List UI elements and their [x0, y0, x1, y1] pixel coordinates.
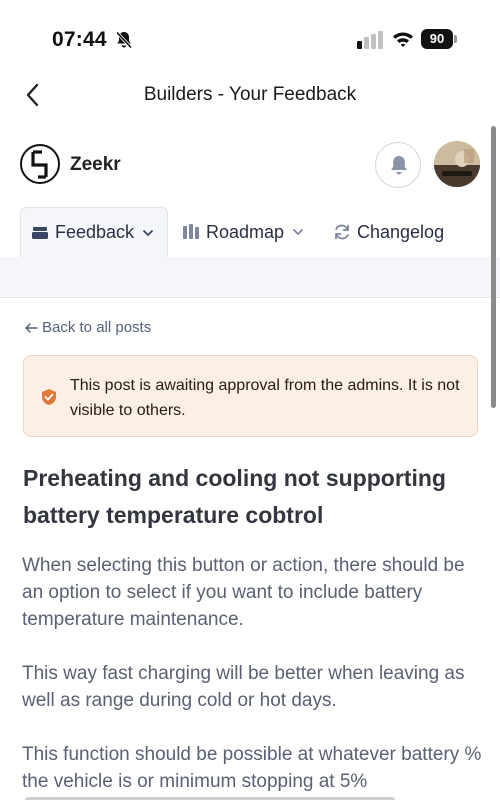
approval-alert: This post is awaiting approval from the …: [23, 355, 478, 437]
zeekr-logo-mark: [31, 150, 48, 179]
brand-name[interactable]: Zeekr: [70, 154, 121, 176]
bell-icon: [391, 156, 407, 175]
scrollbar[interactable]: [491, 126, 496, 408]
signal-icon: [357, 31, 383, 49]
battery-level: 90: [421, 29, 453, 49]
notifications-button[interactable]: [375, 142, 421, 188]
tab-label: Changelog: [357, 221, 445, 242]
chevron-down-icon: [293, 229, 303, 235]
post-title: Preheating and cooling not supporting ba…: [23, 465, 446, 528]
post-body: When selecting this button or action, th…: [22, 552, 482, 800]
alert-message: This post is awaiting approval from the …: [70, 377, 460, 419]
status-time: 07:44: [52, 28, 107, 51]
tab-label: Feedback: [55, 222, 135, 242]
back-to-posts-link[interactable]: Back to all posts: [24, 319, 151, 336]
nav-header: Builders - Your Feedback: [0, 70, 500, 120]
post-paragraph: When selecting this button or action, th…: [22, 555, 465, 630]
tab-feedback[interactable]: Feedback: [20, 207, 168, 257]
battery-icon: 90: [421, 29, 457, 49]
post-paragraph: This way fast charging will be better wh…: [22, 663, 465, 711]
avatar[interactable]: [434, 141, 480, 187]
tab-roadmap[interactable]: Roadmap: [182, 207, 304, 257]
inbox-icon: [32, 226, 48, 239]
refresh-icon: [335, 224, 349, 240]
status-bar: 07:44 90: [0, 0, 500, 70]
arrow-left-icon: [25, 322, 38, 333]
zeekr-logo[interactable]: [20, 144, 60, 184]
tab-changelog[interactable]: Changelog: [333, 207, 444, 257]
chevron-down-icon: [143, 229, 153, 236]
tab-bar: Feedback Roadmap Changelog: [20, 207, 500, 257]
back-link-label: Back to all posts: [42, 319, 152, 336]
tab-label: Roadmap: [206, 221, 285, 242]
avatar-photo: [434, 141, 480, 187]
page-title: Builders - Your Feedback: [143, 84, 357, 105]
shield-check-icon: [42, 389, 56, 405]
roadmap-icon: [183, 224, 199, 239]
brand-row: Zeekr: [0, 140, 500, 190]
bell-slash-icon: [115, 31, 133, 49]
tab-panel-band: [0, 257, 500, 298]
post-paragraph: This function should be possible at what…: [22, 744, 482, 792]
wifi-icon: [393, 32, 413, 47]
